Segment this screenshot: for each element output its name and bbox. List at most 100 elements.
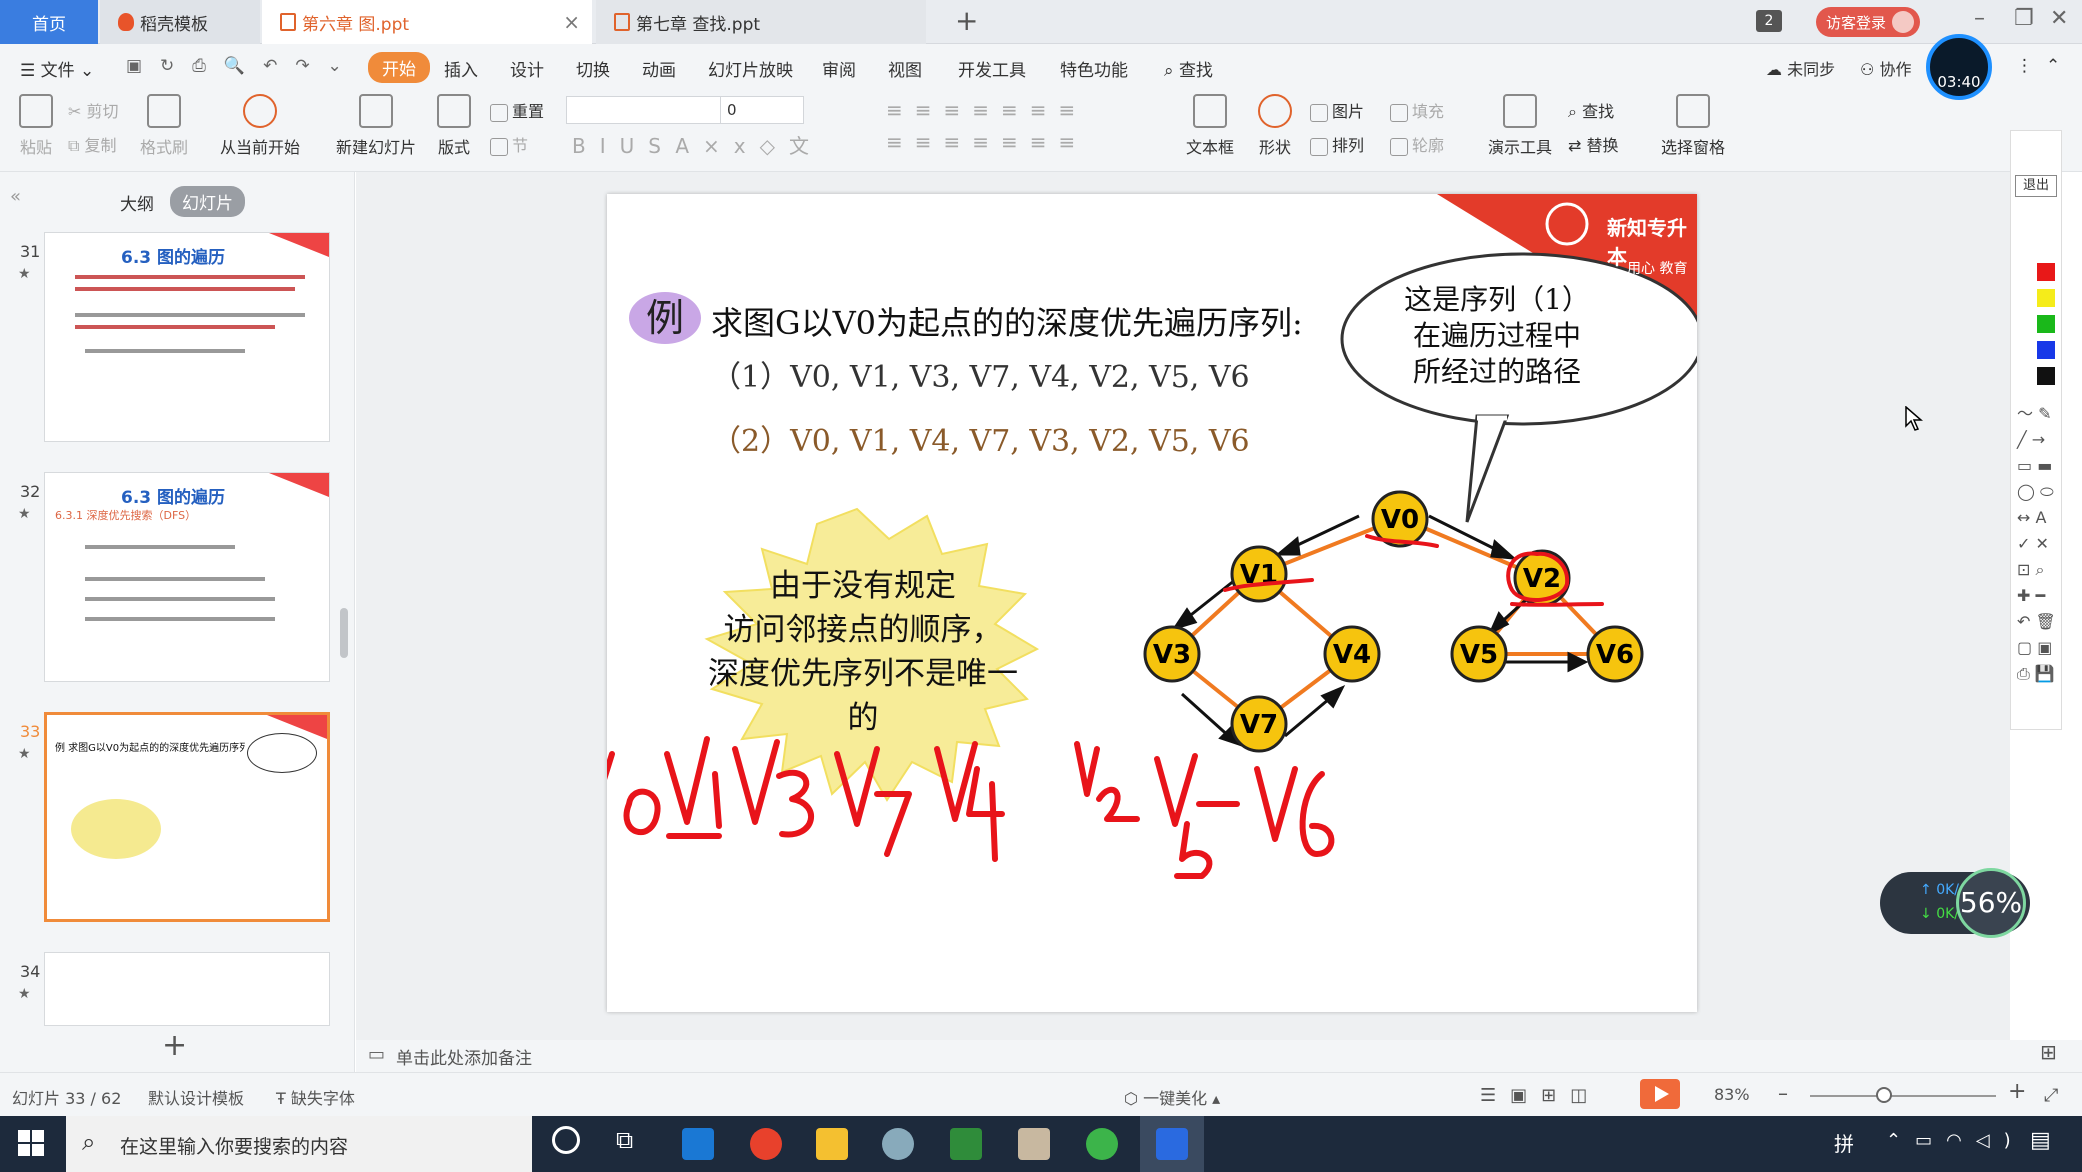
close-window-icon[interactable]: ✕ bbox=[2050, 6, 2068, 31]
layout-button[interactable]: 版式 bbox=[432, 94, 476, 158]
tab-slides[interactable]: 幻灯片 bbox=[170, 186, 245, 217]
menu-animation[interactable]: 动画 bbox=[642, 56, 676, 81]
menu-review[interactable]: 审阅 bbox=[822, 56, 856, 81]
copy-button[interactable]: ⧉ 复制 bbox=[68, 132, 117, 156]
cut-button[interactable]: ✂ 剪切 bbox=[68, 98, 119, 122]
add-slide-button[interactable]: + bbox=[162, 1028, 187, 1063]
zoom-out-icon[interactable]: – bbox=[1778, 1081, 1788, 1105]
template-name[interactable]: 默认设计模板 bbox=[148, 1085, 244, 1109]
replace-button[interactable]: ⇄ 替换 bbox=[1568, 132, 1619, 156]
file-explorer-icon[interactable] bbox=[816, 1128, 848, 1160]
notification-icon[interactable]: ▤ bbox=[2030, 1128, 2051, 1153]
zoom-in-icon[interactable]: + bbox=[2008, 1079, 2026, 1104]
color-red[interactable] bbox=[2037, 263, 2055, 281]
new-tab-button[interactable]: + bbox=[955, 4, 978, 37]
system-tray-icons[interactable]: ⌃▭◠◁) bbox=[1886, 1130, 2025, 1151]
app-icon[interactable] bbox=[950, 1128, 982, 1160]
slide-thumbnail-32[interactable]: 6.3 图的遍历 6.3.1 深度优先搜索（DFS） bbox=[44, 472, 330, 682]
notes-bar[interactable]: ▭ 单击此处添加备注 bbox=[356, 1040, 2082, 1072]
more-icon[interactable]: ⋮ bbox=[2016, 56, 2033, 76]
chrome-icon[interactable] bbox=[750, 1128, 782, 1160]
slide[interactable]: V0 V1 V2 V3 V4 V5 V6 V7 例 求图G以V0为起点的的深度优… bbox=[607, 194, 1697, 1012]
zoom-slider[interactable] bbox=[1810, 1095, 1996, 1097]
edge-icon[interactable] bbox=[682, 1128, 714, 1160]
menu-features[interactable]: 特色功能 bbox=[1060, 56, 1128, 81]
grid-view-icon[interactable]: ⊞ bbox=[2040, 1040, 2057, 1064]
new-slide-button[interactable]: 新建幻灯片 bbox=[326, 94, 426, 158]
tab-templates[interactable]: 稻壳模板 bbox=[100, 0, 260, 44]
app-icon[interactable] bbox=[882, 1128, 914, 1160]
color-yellow[interactable] bbox=[2037, 289, 2055, 307]
align-icons[interactable]: ≡≡≡≡≡≡≡ bbox=[886, 130, 1087, 154]
restore-icon[interactable]: ❐ bbox=[2014, 6, 2034, 31]
guest-login-button[interactable]: 访客登录 bbox=[1816, 7, 1920, 37]
missing-font-button[interactable]: Ŧ 缺失字体 bbox=[276, 1085, 355, 1109]
outline-button[interactable]: 轮廓 bbox=[1390, 132, 1444, 156]
menu-insert[interactable]: 插入 bbox=[444, 56, 478, 81]
quick-access-icons[interactable]: ▣↻⎙🔍↶↷⌄ bbox=[126, 56, 360, 76]
notes-placeholder[interactable]: 单击此处添加备注 bbox=[396, 1044, 532, 1069]
find-button[interactable]: ⌕ 查找 bbox=[1568, 98, 1614, 122]
slide-thumbnail-31[interactable]: 6.3 图的遍历 bbox=[44, 232, 330, 442]
from-current-button[interactable]: 从当前开始 bbox=[210, 94, 310, 158]
color-blue[interactable] bbox=[2037, 341, 2055, 359]
tab-chapter6[interactable]: 第六章 图.ppt × bbox=[262, 0, 592, 44]
close-tab-icon[interactable]: × bbox=[563, 10, 580, 34]
beautify-button[interactable]: ⬡ 一键美化 ▴ bbox=[1124, 1085, 1220, 1109]
ime-indicator[interactable]: 拼 bbox=[1834, 1128, 1854, 1157]
collapse-ribbon-icon[interactable]: ⌃ bbox=[2046, 56, 2060, 76]
window-count-badge[interactable]: 2 bbox=[1756, 10, 1782, 32]
fit-window-icon[interactable]: ⤢ bbox=[2044, 1085, 2058, 1106]
picture-button[interactable]: 图片 bbox=[1310, 98, 1364, 122]
font-size-select[interactable]: 0 bbox=[720, 96, 804, 124]
cortana-icon[interactable] bbox=[552, 1126, 580, 1154]
tab-chapter7[interactable]: 第七章 查找.ppt bbox=[596, 0, 926, 44]
arrange-button[interactable]: 排列 bbox=[1310, 132, 1364, 156]
burst-line: 深度优先序列不是唯一的 bbox=[708, 656, 1018, 736]
collapse-panel-icon[interactable]: « bbox=[10, 186, 21, 207]
menu-slideshow[interactable]: 幻灯片放映 bbox=[708, 56, 793, 81]
color-green[interactable] bbox=[2037, 315, 2055, 333]
sync-status[interactable]: ☁ 未同步 bbox=[1766, 56, 1835, 80]
section-button[interactable]: 节 bbox=[490, 132, 528, 156]
color-black[interactable] bbox=[2037, 367, 2055, 385]
view-mode-icons[interactable]: ☰▣⊞◫ bbox=[1480, 1085, 1601, 1106]
app-icon[interactable] bbox=[1086, 1128, 1118, 1160]
menu-transition[interactable]: 切换 bbox=[576, 56, 610, 81]
node-label: V6 bbox=[1596, 640, 1634, 670]
file-menu[interactable]: ☰ 文件 ⌄ bbox=[20, 56, 94, 81]
menu-developer[interactable]: 开发工具 bbox=[958, 56, 1026, 81]
app-icon[interactable] bbox=[1018, 1128, 1050, 1160]
collab-button[interactable]: ⚇ 协作 bbox=[1860, 56, 1911, 80]
drawing-tools[interactable]: 〜 ✎ ╱ → ▭ ▬ ◯ ⬭ ↔ A ✓ ✕ ⊡ ⌕ ✚ ━ ↶ 🗑 ▢ ▣ ⎙ 💾 bbox=[2017, 401, 2057, 687]
menu-start[interactable]: 开始 bbox=[368, 52, 430, 83]
selection-pane-button[interactable]: 选择窗格 bbox=[1658, 94, 1728, 158]
windows-start-icon[interactable] bbox=[18, 1130, 44, 1156]
tab-outline[interactable]: 大纲 bbox=[120, 190, 154, 215]
menu-view[interactable]: 视图 bbox=[888, 56, 922, 81]
text-format-icons[interactable]: BIUSA×x◇文 bbox=[572, 130, 823, 159]
shape-button[interactable]: 形状 bbox=[1250, 94, 1300, 158]
textbox-button[interactable]: 文本框 bbox=[1180, 94, 1240, 158]
zoom-level[interactable]: 83% bbox=[1714, 1085, 1750, 1104]
paste-button[interactable]: 粘贴 bbox=[14, 94, 58, 158]
tab-home[interactable]: 首页 bbox=[0, 0, 98, 44]
exit-pen-button[interactable]: 退出 bbox=[2015, 175, 2057, 197]
task-view-icon[interactable]: ⧉ bbox=[616, 1126, 633, 1154]
slideshow-play-button[interactable] bbox=[1640, 1079, 1680, 1109]
zoom-slider-handle[interactable] bbox=[1876, 1087, 1892, 1103]
taskbar-search[interactable]: ⌕ 在这里输入你要搜索的内容 bbox=[66, 1116, 532, 1172]
format-painter-button[interactable]: 格式刷 bbox=[138, 94, 190, 158]
minimize-icon[interactable]: – bbox=[1974, 6, 1985, 31]
fill-button[interactable]: 填充 bbox=[1390, 98, 1444, 122]
thumb-scrollbar[interactable] bbox=[340, 608, 348, 658]
menu-search[interactable]: ⌕ 查找 bbox=[1164, 56, 1213, 81]
menu-design[interactable]: 设计 bbox=[510, 56, 544, 81]
font-family-select[interactable] bbox=[566, 96, 726, 124]
paragraph-icons[interactable]: ≡≡≡≡≡≡≡ bbox=[886, 98, 1087, 122]
wps-icon[interactable] bbox=[1156, 1128, 1188, 1160]
slide-thumbnail-34[interactable] bbox=[44, 952, 330, 1026]
presentation-tools-button[interactable]: 演示工具 bbox=[1480, 94, 1560, 158]
reset-button[interactable]: 重置 bbox=[490, 98, 544, 122]
slide-thumbnail-33[interactable]: 例 求图G以V0为起点的的深度优先遍历序列 bbox=[44, 712, 330, 922]
